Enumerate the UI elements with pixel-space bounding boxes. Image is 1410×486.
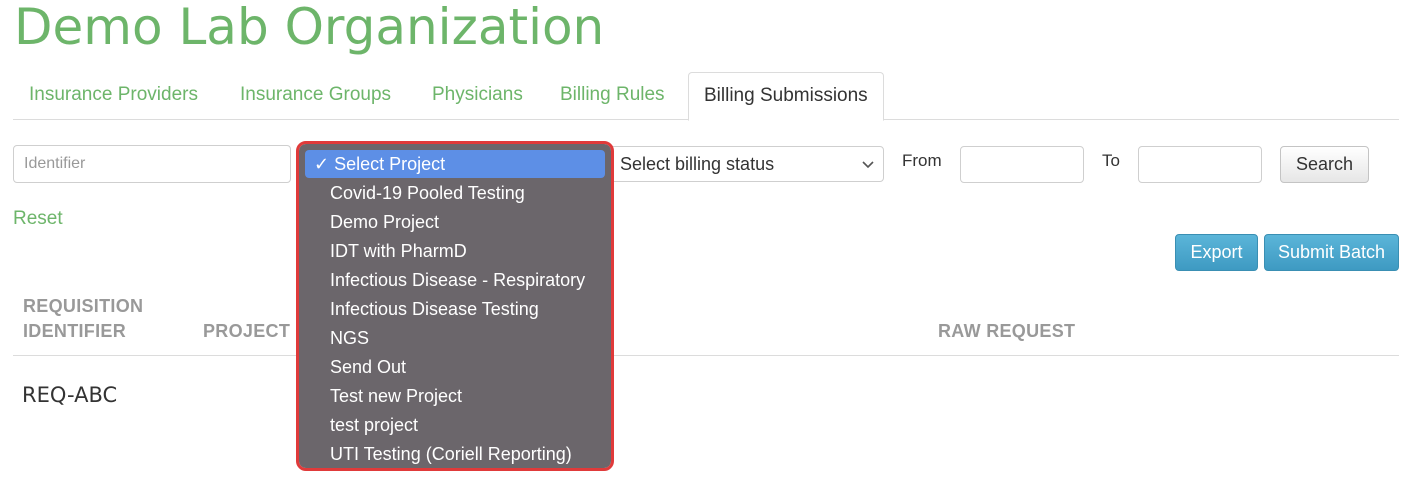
tab-billing-rules[interactable]: Billing Rules [560, 72, 665, 118]
table-row[interactable]: REQ-ABC [22, 383, 117, 407]
chevron-down-icon [861, 148, 875, 194]
tab-insurance-providers[interactable]: Insurance Providers [29, 72, 198, 118]
identifier-input[interactable] [13, 145, 291, 183]
from-date-input[interactable] [960, 146, 1084, 183]
tab-insurance-groups[interactable]: Insurance Groups [240, 72, 391, 118]
header-line: REQUISITION [23, 296, 144, 316]
to-date-input[interactable] [1138, 146, 1262, 183]
tab-billing-submissions[interactable]: Billing Submissions [688, 72, 884, 121]
column-header-requisition-identifier[interactable]: REQUISITION IDENTIFIER [23, 294, 143, 344]
submit-batch-button[interactable]: Submit Batch [1264, 234, 1399, 271]
page-title: Demo Lab Organization [14, 0, 605, 56]
billing-status-value: Select billing status [620, 154, 775, 174]
from-label: From [902, 151, 942, 170]
dropdown-highlight-outline [296, 141, 614, 471]
table-header-divider [13, 355, 1399, 356]
column-header-project[interactable]: PROJECT [203, 319, 290, 344]
export-button[interactable]: Export [1175, 234, 1258, 271]
column-header-raw-request[interactable]: RAW REQUEST [938, 319, 1075, 344]
tab-bar: Insurance Providers Insurance Groups Phy… [13, 72, 1399, 121]
reset-link[interactable]: Reset [13, 208, 63, 230]
search-button[interactable]: Search [1280, 146, 1369, 183]
requisition-identifier-cell: REQ-ABC [22, 383, 118, 407]
to-label: To [1102, 151, 1120, 170]
billing-status-select[interactable]: Select billing status [606, 146, 884, 182]
tab-physicians[interactable]: Physicians [432, 72, 523, 118]
header-line: IDENTIFIER [23, 321, 127, 341]
